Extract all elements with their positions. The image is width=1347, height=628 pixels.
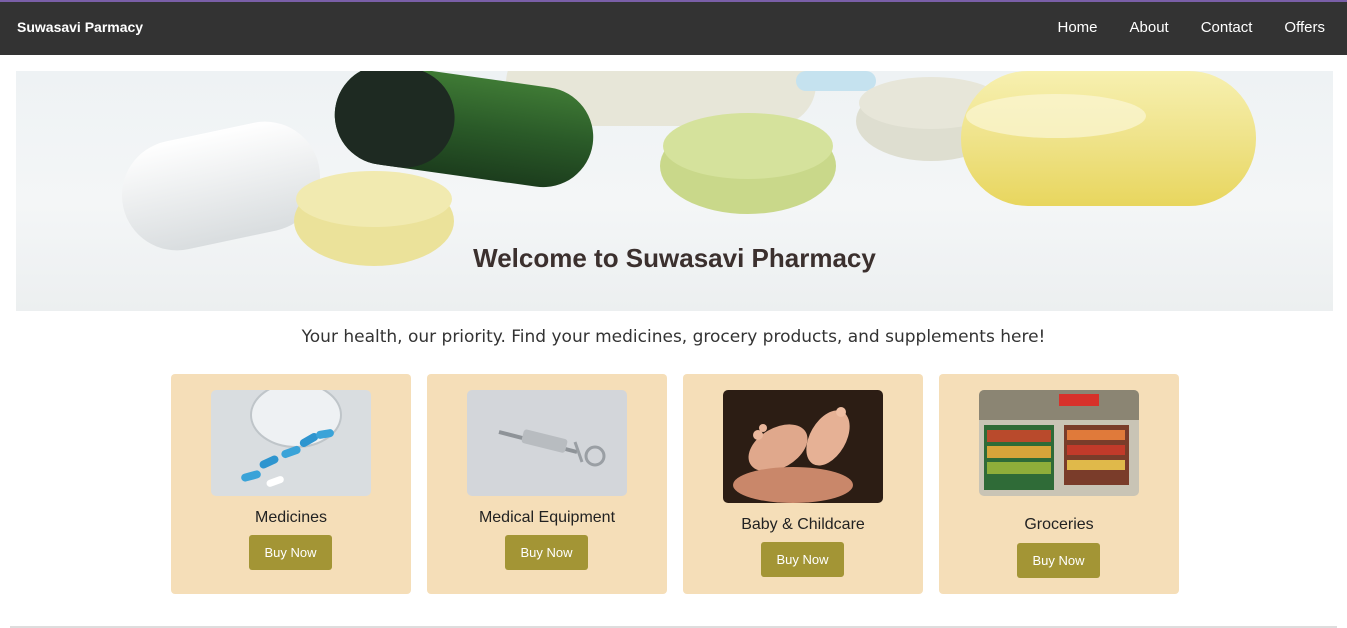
buy-now-button-medical-equipment[interactable]: Buy Now — [505, 535, 588, 570]
nav-link-offers[interactable]: Offers — [1284, 19, 1325, 36]
card-title-medicines: Medicines — [254, 509, 328, 526]
card-title-baby-childcare: Baby & Childcare — [741, 516, 865, 533]
nav-links: Home About Contact Offers — [1058, 19, 1326, 36]
navbar: Suwasavi Parmacy Home About Contact Offe… — [0, 2, 1347, 55]
nav-link-about[interactable]: About — [1130, 19, 1169, 36]
category-card-groceries: Groceries Buy Now — [939, 374, 1179, 594]
category-card-baby-childcare: Baby & Childcare Buy Now — [683, 374, 923, 594]
card-title-groceries: Groceries — [1024, 516, 1094, 533]
medicines-image — [211, 390, 371, 496]
nav-link-home[interactable]: Home — [1058, 19, 1098, 36]
tagline: Your health, our priority. Find your med… — [301, 327, 1046, 347]
card-title-medical-equipment: Medical Equipment — [478, 509, 616, 526]
pills-banner-image — [121, 71, 1256, 266]
buy-now-button-baby-childcare[interactable]: Buy Now — [761, 542, 844, 577]
groceries-image — [979, 390, 1139, 496]
category-card-medicines: Medicines Buy Now — [171, 374, 411, 594]
nav-link-contact[interactable]: Contact — [1201, 19, 1253, 36]
hero-title: Welcome to Suwasavi Pharmacy — [473, 243, 876, 273]
buy-now-button-groceries[interactable]: Buy Now — [1017, 543, 1100, 578]
medical-equipment-image — [467, 390, 627, 496]
brand-name[interactable]: Suwasavi Parmacy — [17, 19, 143, 35]
hero-banner: Welcome to Suwasavi Pharmacy — [16, 71, 1333, 311]
baby-childcare-image — [723, 390, 883, 503]
category-card-medical-equipment: Medical Equipment Buy Now — [427, 374, 667, 594]
buy-now-button-medicines[interactable]: Buy Now — [249, 535, 332, 570]
